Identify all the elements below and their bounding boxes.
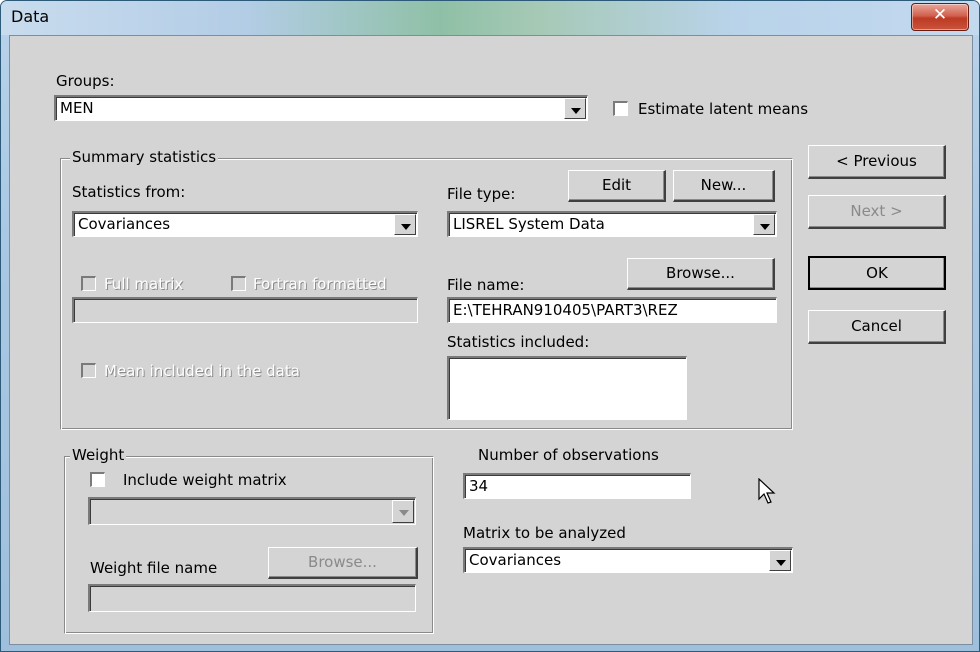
statistics-from-value: Covariances bbox=[78, 215, 171, 233]
groups-select-value: MEN bbox=[60, 99, 94, 117]
number-of-observations-input[interactable]: 34 bbox=[463, 473, 691, 499]
statistics-included-label: Statistics included: bbox=[447, 333, 590, 351]
ok-button[interactable]: OK bbox=[808, 256, 946, 290]
matrix-to-be-analyzed-select[interactable]: Covariances bbox=[463, 547, 793, 573]
chevron-down-icon[interactable] bbox=[753, 214, 775, 235]
dialog-client-area: Groups: MEN Estimate latent means Summar… bbox=[9, 35, 973, 645]
file-name-input[interactable]: E:\TEHRAN910405\PART3\REZ bbox=[447, 297, 777, 323]
include-weight-matrix-label: Include weight matrix bbox=[123, 471, 287, 489]
browse-file-button[interactable]: Browse... bbox=[627, 258, 775, 290]
weight-file-name-input[interactable] bbox=[88, 584, 416, 612]
chevron-down-icon[interactable] bbox=[394, 214, 416, 235]
format-input[interactable] bbox=[72, 297, 418, 323]
title-bar[interactable]: Data ✕ bbox=[1, 1, 979, 35]
matrix-to-be-analyzed-label: Matrix to be analyzed bbox=[463, 524, 626, 542]
data-dialog-window: Data ✕ Groups: MEN Estimate latent means… bbox=[0, 0, 980, 652]
groups-label: Groups: bbox=[56, 72, 115, 90]
include-weight-matrix-checkbox[interactable] bbox=[90, 472, 105, 487]
arrow-pointer-icon bbox=[758, 478, 776, 504]
statistics-from-select[interactable]: Covariances bbox=[72, 211, 418, 237]
full-matrix-checkbox[interactable] bbox=[81, 276, 96, 291]
close-icon: ✕ bbox=[932, 5, 948, 25]
summary-statistics-legend: Summary statistics bbox=[70, 148, 219, 166]
mean-included-checkbox[interactable] bbox=[81, 363, 96, 378]
mean-included-label: Mean included in the data bbox=[104, 362, 300, 380]
weight-matrix-select[interactable] bbox=[88, 497, 416, 525]
file-name-label: File name: bbox=[447, 276, 525, 294]
chevron-down-icon[interactable] bbox=[392, 500, 414, 523]
file-type-select[interactable]: LISREL System Data bbox=[447, 211, 777, 237]
estimate-latent-means-checkbox[interactable] bbox=[613, 101, 628, 116]
number-of-observations-label: Number of observations bbox=[478, 446, 659, 464]
statistics-from-label: Statistics from: bbox=[72, 183, 186, 201]
fortran-formatted-label: Fortran formatted bbox=[253, 275, 387, 293]
matrix-to-be-analyzed-value: Covariances bbox=[469, 551, 562, 569]
next-button[interactable]: Next > bbox=[808, 195, 946, 229]
chevron-down-icon[interactable] bbox=[564, 98, 586, 119]
file-type-label: File type: bbox=[447, 185, 516, 203]
cancel-button[interactable]: Cancel bbox=[808, 310, 946, 344]
full-matrix-label: Full matrix bbox=[104, 275, 184, 293]
weight-file-name-label: Weight file name bbox=[90, 559, 218, 577]
window-title: Data bbox=[11, 7, 50, 26]
weight-legend: Weight bbox=[70, 446, 127, 464]
number-of-observations-value: 34 bbox=[469, 477, 489, 495]
groups-select[interactable]: MEN bbox=[54, 95, 588, 121]
statistics-included-list[interactable] bbox=[447, 356, 687, 420]
previous-button[interactable]: < Previous bbox=[808, 145, 946, 179]
edit-button[interactable]: Edit bbox=[568, 170, 666, 202]
estimate-latent-means-label: Estimate latent means bbox=[638, 100, 809, 118]
new-button[interactable]: New... bbox=[673, 170, 775, 202]
chevron-down-icon[interactable] bbox=[769, 550, 791, 571]
fortran-formatted-checkbox[interactable] bbox=[231, 276, 246, 291]
file-name-value: E:\TEHRAN910405\PART3\REZ bbox=[453, 301, 678, 319]
file-type-value: LISREL System Data bbox=[453, 215, 605, 233]
close-button[interactable]: ✕ bbox=[911, 3, 969, 31]
browse-weight-button[interactable]: Browse... bbox=[268, 547, 418, 579]
